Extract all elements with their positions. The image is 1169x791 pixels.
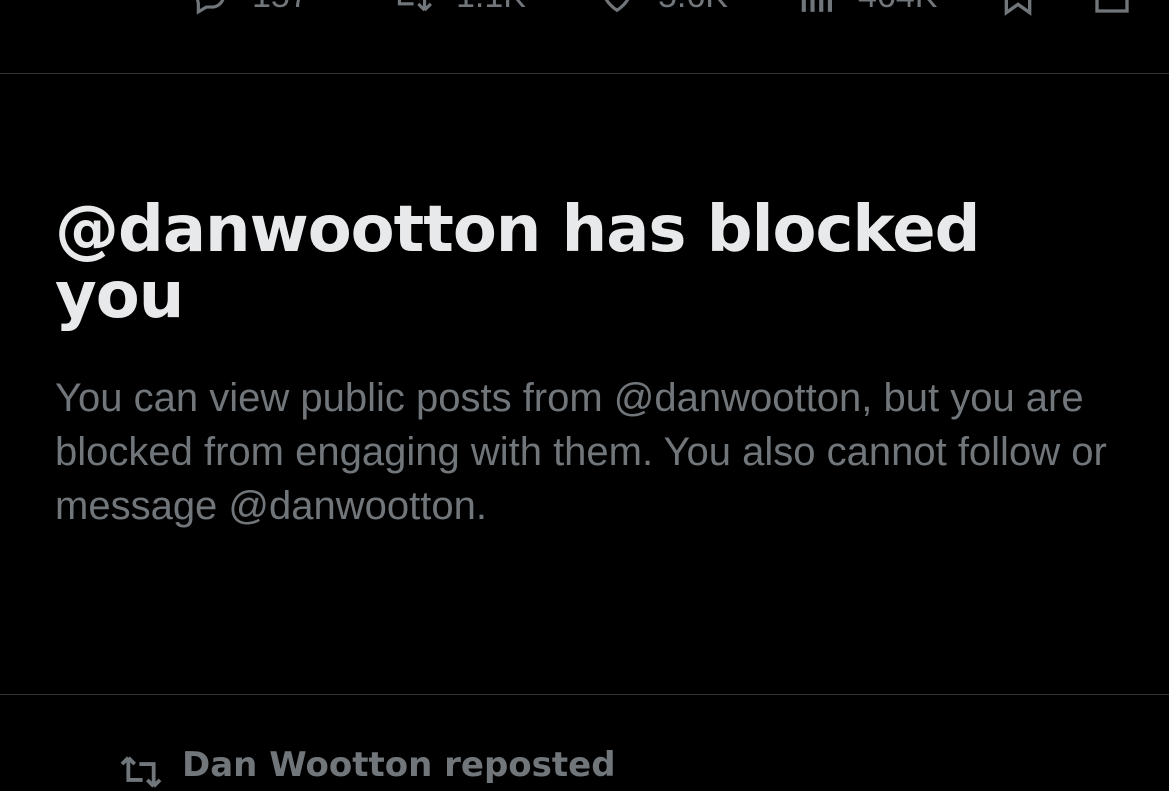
repost-icon	[118, 745, 164, 791]
share-icon	[1090, 0, 1134, 16]
repost-icon	[390, 0, 434, 15]
blocked-notice-title: @danwootton has blocked you	[55, 193, 980, 333]
repost-count: 1.1K	[456, 0, 526, 16]
views-icon	[796, 0, 836, 15]
blocked-notice: @danwootton has blocked you You can view…	[55, 197, 1115, 533]
share-button[interactable]	[1090, 0, 1134, 16]
like-count: 5.6K	[658, 0, 728, 16]
heart-icon	[598, 0, 636, 15]
repost-button[interactable]: 1.1K	[390, 0, 526, 16]
views-button[interactable]: 464K	[796, 0, 937, 16]
bookmark-button[interactable]	[998, 0, 1038, 16]
reply-count: 157	[252, 0, 309, 16]
bookmark-icon	[998, 0, 1038, 16]
reply-button[interactable]: 157	[192, 0, 309, 16]
reply-icon	[192, 0, 230, 15]
next-post-social-context[interactable]: Dan Wootton reposted	[118, 745, 616, 791]
post-action-bar: 157 1.1K 5.6K 464K	[0, 0, 1169, 74]
like-button[interactable]: 5.6K	[598, 0, 728, 16]
divider	[0, 694, 1169, 695]
blocked-notice-description: You can view public posts from @danwoott…	[55, 376, 1107, 528]
social-context-label: Dan Wootton reposted	[182, 745, 616, 785]
views-count: 464K	[858, 0, 937, 16]
